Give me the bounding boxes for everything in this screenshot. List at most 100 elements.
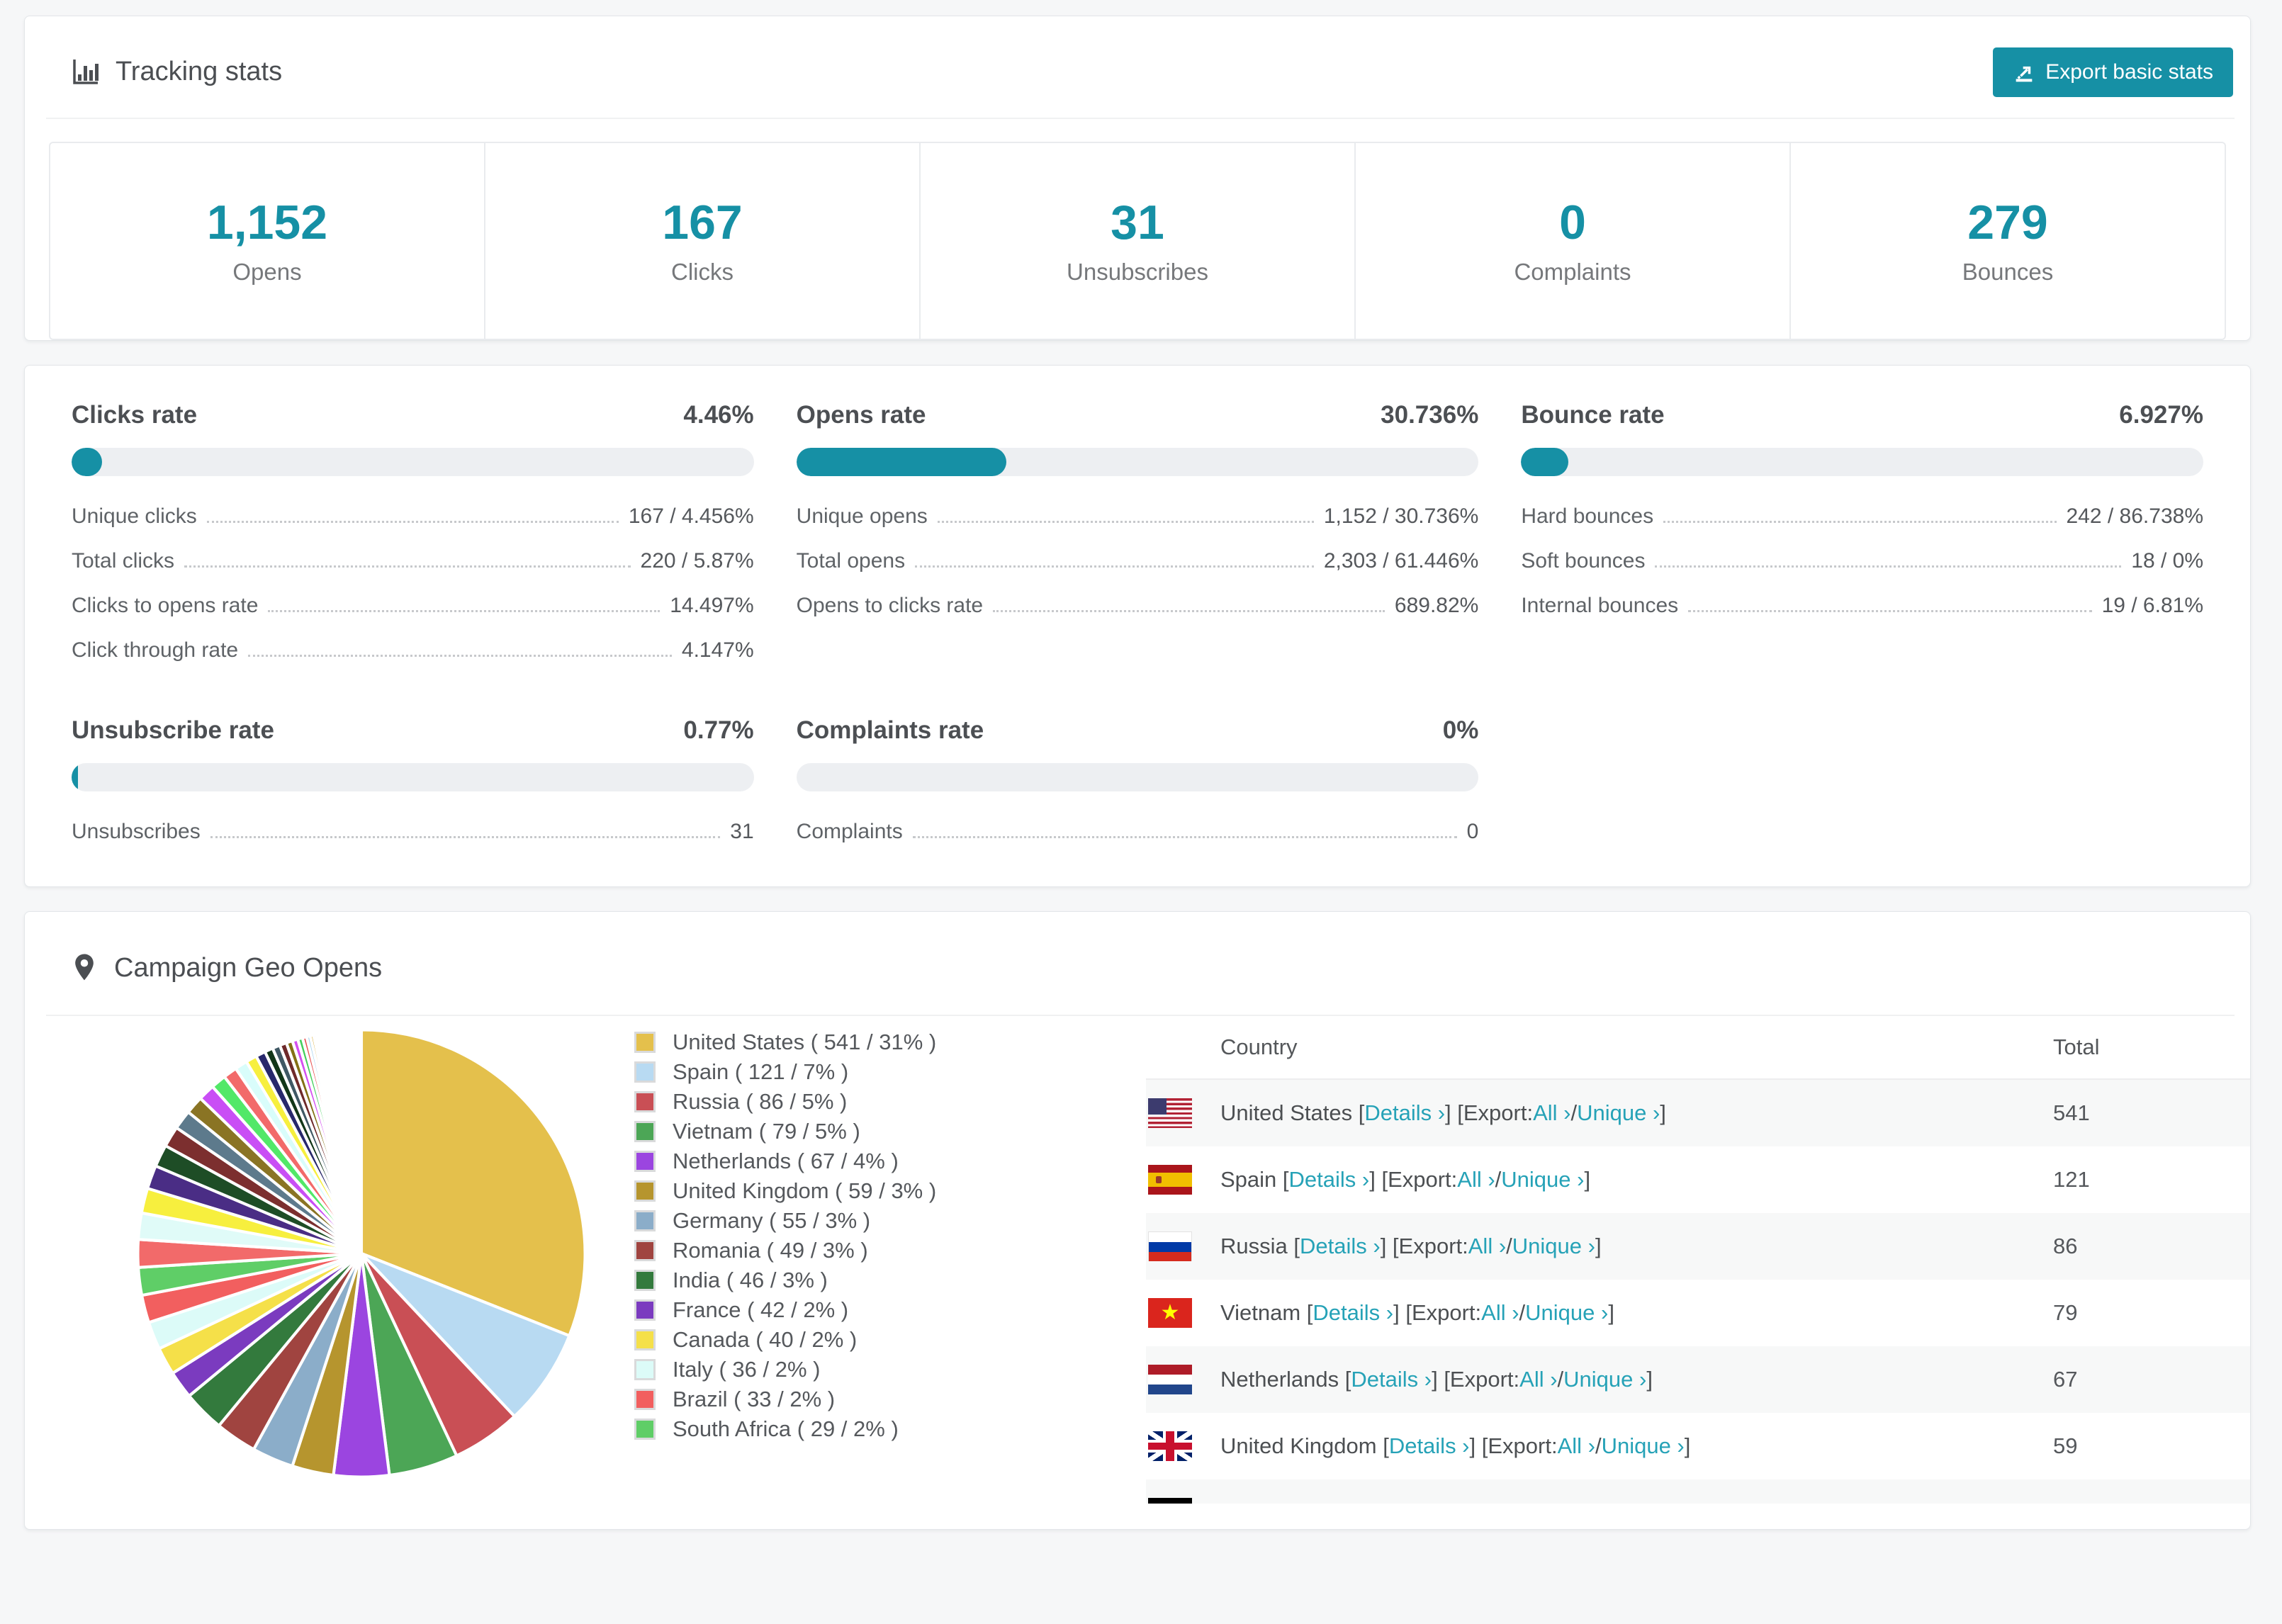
rate-row-internal-bounces: Internal bounces 19 / 6.81% (1521, 594, 2203, 617)
rate-row-total-clicks: Total clicks 220 / 5.87% (72, 549, 754, 573)
country-total: 541 (2053, 1100, 2090, 1125)
flag-de-icon (1148, 1498, 1192, 1504)
export-unique-link[interactable]: Unique › (1577, 1100, 1660, 1126)
details-link[interactable]: Details › (1313, 1300, 1393, 1326)
country-total: 59 (2053, 1433, 2078, 1458)
export-all-link[interactable]: All › (1558, 1433, 1595, 1459)
legend-label: Germany ( 55 / 3% ) (673, 1208, 871, 1233)
country-name: Spain (1220, 1167, 1277, 1192)
legend-label: Romania ( 49 / 3% ) (673, 1238, 868, 1263)
rate-value: 0.77% (683, 716, 754, 744)
rate-row-unique-opens: Unique opens 1,152 / 30.736% (796, 504, 1479, 528)
legend-color-swatch (634, 1032, 656, 1053)
export-unique-link[interactable]: Unique › (1602, 1433, 1685, 1459)
rate-section-unsubscribe: Unsubscribe rate 0.77% Unsubscribes 31 (72, 716, 754, 844)
rate-title: Opens rate (796, 401, 926, 429)
geo-table-body: United States [Details ›] [Export: All ›… (1146, 1080, 2250, 1504)
legend-item: India ( 46 / 3% ) (634, 1265, 1146, 1295)
export-all-link[interactable]: All › (1481, 1300, 1519, 1326)
export-unique-link[interactable]: Unique › (1501, 1167, 1584, 1192)
legend-item: Netherlands ( 67 / 4% ) (634, 1146, 1146, 1176)
rate-title: Complaints rate (796, 716, 984, 744)
export-all-link[interactable]: All › (1491, 1500, 1529, 1504)
table-row-vietnam: Vietnam [Details ›] [Export: All › / Uni… (1146, 1280, 2250, 1346)
stat-cell-bounces: 279 Bounces (1789, 143, 2225, 339)
stat-value: 167 (662, 195, 743, 249)
geo-section-title: Campaign Geo Opens (114, 953, 383, 983)
details-link[interactable]: Details › (1323, 1500, 1404, 1504)
rate-value: 4.46% (683, 401, 754, 429)
export-unique-link[interactable]: Unique › (1525, 1300, 1608, 1326)
legend-color-swatch (634, 1061, 656, 1083)
legend-color-swatch (634, 1329, 656, 1350)
country-total: 79 (2053, 1300, 2078, 1325)
details-link[interactable]: Details › (1351, 1367, 1432, 1392)
bar-chart-icon (70, 57, 100, 87)
table-row-netherlands: Netherlands [Details ›] [Export: All › /… (1146, 1346, 2250, 1413)
export-all-link[interactable]: All › (1457, 1167, 1495, 1192)
page: Tracking stats Export basic stats 1,152 … (0, 0, 2282, 1624)
country-name: Germany (1220, 1500, 1310, 1504)
legend-label: United States ( 541 / 31% ) (673, 1030, 937, 1054)
legend-label: India ( 46 / 3% ) (673, 1268, 828, 1292)
export-all-link[interactable]: All › (1533, 1100, 1570, 1126)
rate-row-clicks-to-opens-rate: Clicks to opens rate 14.497% (72, 594, 754, 617)
legend-label: United Kingdom ( 59 / 3% ) (673, 1178, 937, 1203)
legend-label: Russia ( 86 / 5% ) (673, 1089, 848, 1114)
stat-label: Bounces (1962, 259, 2054, 286)
export-unique-link[interactable]: Unique › (1563, 1367, 1646, 1392)
rate-value: 0% (1442, 716, 1479, 744)
legend-color-swatch (634, 1151, 656, 1172)
dotted-leader (184, 565, 631, 568)
country-name: United Kingdom (1220, 1433, 1377, 1458)
legend-item: Russia ( 86 / 5% ) (634, 1087, 1146, 1117)
legend-item: Romania ( 49 / 3% ) (634, 1236, 1146, 1265)
legend-item: Vietnam ( 79 / 5% ) (634, 1117, 1146, 1146)
legend-color-swatch (634, 1389, 656, 1410)
rates-grid: Clicks rate 4.46% Unique clicks 167 / 4.… (25, 366, 2250, 844)
dotted-leader (912, 836, 1457, 838)
country-name: Vietnam (1220, 1300, 1301, 1325)
flag-nl-icon (1148, 1365, 1192, 1394)
legend-item: United Kingdom ( 59 / 3% ) (634, 1176, 1146, 1206)
stat-cell-opens: 1,152 Opens (50, 143, 484, 339)
tracking-stats-header: Tracking stats Export basic stats (25, 16, 2250, 118)
geo-opens-table: Country Total United States [Details ›] … (1146, 1016, 2250, 1504)
rate-row-complaints: Complaints 0 (796, 820, 1479, 843)
stat-label: Complaints (1514, 259, 1631, 286)
legend-label: Netherlands ( 67 / 4% ) (673, 1149, 899, 1173)
divider (46, 118, 2235, 119)
rate-row-hard-bounces: Hard bounces 242 / 86.738% (1521, 504, 2203, 528)
rate-row-unique-clicks: Unique clicks 167 / 4.456% (72, 504, 754, 528)
dotted-leader (915, 565, 1314, 568)
details-link[interactable]: Details › (1389, 1433, 1470, 1459)
table-row-russia: Russia [Details ›] [Export: All › / Uniq… (1146, 1213, 2250, 1280)
legend-item: Canada ( 40 / 2% ) (634, 1325, 1146, 1355)
stat-cell-unsubscribes: 31 Unsubscribes (919, 143, 1354, 339)
export-basic-stats-button[interactable]: Export basic stats (1993, 47, 2233, 97)
export-all-link[interactable]: All › (1519, 1367, 1557, 1392)
details-link[interactable]: Details › (1364, 1100, 1445, 1126)
country-name: United States (1220, 1100, 1353, 1125)
legend-item: South Africa ( 29 / 2% ) (634, 1414, 1146, 1444)
stat-value: 0 (1559, 195, 1586, 249)
export-unique-link[interactable]: Unique › (1512, 1234, 1595, 1259)
pie-legend: United States ( 541 / 31% ) Spain ( 121 … (634, 1016, 1146, 1444)
tracking-stats-card: Tracking stats Export basic stats 1,152 … (24, 16, 2251, 341)
details-link[interactable]: Details › (1289, 1167, 1370, 1192)
dotted-leader (1663, 521, 2057, 523)
export-all-link[interactable]: All › (1468, 1234, 1506, 1259)
legend-color-swatch (634, 1091, 656, 1112)
rate-section-complaints: Complaints rate 0% Complaints 0 (796, 716, 1479, 844)
flag-gb-icon (1148, 1431, 1192, 1461)
export-unique-link[interactable]: Unique › (1535, 1500, 1618, 1504)
table-row-united-states: United States [Details ›] [Export: All ›… (1146, 1080, 2250, 1146)
progress-bar-clicks (72, 448, 754, 476)
stat-label: Opens (232, 259, 302, 286)
flag-ru-icon (1148, 1231, 1192, 1261)
legend-label: South Africa ( 29 / 2% ) (673, 1416, 899, 1441)
table-row-germany: Germany [Details ›] [Export: All › / Uni… (1146, 1479, 2250, 1504)
details-link[interactable]: Details › (1300, 1234, 1381, 1259)
geo-table-header: Country Total (1146, 1016, 2250, 1080)
map-pin-icon (70, 952, 99, 985)
